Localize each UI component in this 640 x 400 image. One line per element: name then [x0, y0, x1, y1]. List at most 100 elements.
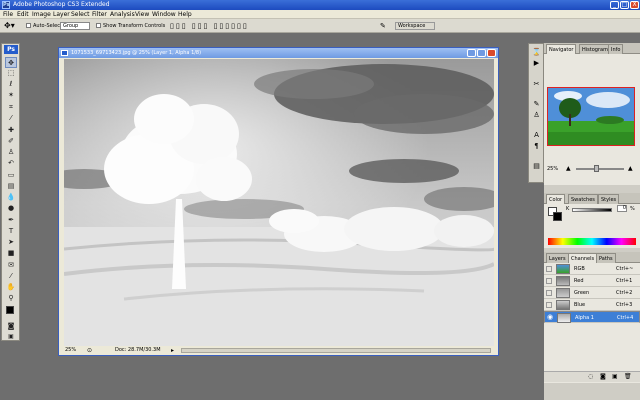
channel-row-red[interactable]: Red Ctrl+1 — [544, 275, 640, 287]
menu-window[interactable]: Window — [152, 11, 176, 18]
image-canvas[interactable] — [64, 59, 494, 347]
visibility-toggle[interactable] — [546, 290, 552, 296]
actions-icon[interactable]: ▶ — [531, 58, 542, 68]
tab-layers[interactable]: Layers — [546, 253, 569, 263]
channel-row-blue[interactable]: Blue Ctrl+3 — [544, 299, 640, 311]
menu-file[interactable]: File — [3, 11, 13, 18]
visibility-toggle[interactable] — [546, 302, 552, 308]
tab-navigator[interactable]: Navigator — [546, 44, 577, 54]
visibility-toggle[interactable] — [546, 278, 552, 284]
magic-wand-icon[interactable]: ✶ — [5, 90, 17, 101]
gradient-tool-icon[interactable]: ▤ — [5, 181, 17, 192]
doc-close-button[interactable] — [487, 49, 496, 57]
tab-paths[interactable]: Paths — [596, 253, 616, 263]
color-bg-swatch[interactable] — [553, 212, 562, 221]
menu-analysis[interactable]: Analysis — [110, 11, 135, 18]
brush-tool-icon[interactable]: ✐ — [5, 136, 17, 147]
doc-maximize-button[interactable] — [477, 49, 486, 57]
foreground-color-swatch[interactable] — [6, 306, 14, 314]
maximize-button[interactable]: □ — [620, 1, 629, 9]
tab-histogram[interactable]: Histogram — [579, 44, 611, 54]
tab-swatches[interactable]: Swatches — [568, 194, 598, 204]
options-bar: ✥▾ Auto-Select: Group Show Transform Con… — [0, 19, 640, 33]
channel-row-rgb[interactable]: RGB Ctrl+~ — [544, 263, 640, 275]
channel-name: Alpha 1 — [575, 315, 594, 321]
k-slider[interactable] — [572, 208, 612, 212]
path-selection-icon[interactable]: ➤ — [5, 237, 17, 248]
show-transform-checkbox[interactable]: Show Transform Controls — [96, 22, 165, 30]
auto-select-dropdown[interactable]: Group — [60, 22, 90, 30]
channel-name: RGB — [574, 266, 585, 272]
layer-comps-icon[interactable]: ▤ — [531, 161, 542, 171]
menu-layer[interactable]: Layer — [53, 11, 70, 18]
zoom-out-icon[interactable]: ▲ — [566, 165, 571, 172]
channel-row-alpha-1[interactable]: ◉ Alpha 1 Ctrl+4 — [544, 311, 640, 323]
move-tool-icon[interactable]: ✥▾ — [4, 22, 15, 30]
align-icons[interactable]: ▯▯▯ ▯▯▯ ▯▯▯▯▯▯ — [170, 22, 249, 30]
dodge-tool-icon[interactable]: ● — [5, 203, 17, 214]
zoom-slider[interactable] — [576, 168, 624, 170]
doc-minimize-button[interactable] — [467, 49, 476, 57]
navigator-zoom[interactable]: 25% — [547, 166, 558, 172]
tab-channels[interactable]: Channels — [568, 253, 598, 263]
delete-channel-icon[interactable]: 🗑 — [624, 373, 632, 380]
menu-select[interactable]: Select — [71, 11, 90, 18]
paragraph-icon[interactable]: ¶ — [531, 141, 542, 151]
screen-mode-icon[interactable]: ▣ — [5, 331, 17, 342]
close-button[interactable]: X — [630, 1, 639, 9]
clone-source-icon[interactable]: ♙ — [531, 110, 542, 120]
healing-brush-icon[interactable]: ✚ — [5, 125, 17, 136]
menu-filter[interactable]: Filter — [92, 11, 107, 18]
tab-info[interactable]: Info — [608, 44, 624, 54]
channel-shortcut: Ctrl+~ — [616, 266, 634, 272]
marquee-tool-icon[interactable]: ⬚ — [5, 68, 17, 79]
crop-tool-icon[interactable]: ⌗ — [5, 102, 17, 113]
menu-edit[interactable]: Edit — [17, 11, 29, 18]
character-icon[interactable]: A — [531, 130, 542, 140]
k-value[interactable]: 0 — [617, 205, 627, 212]
eye-icon[interactable]: ◉ — [547, 314, 553, 321]
pen-tool-icon[interactable]: ✒ — [5, 215, 17, 226]
status-menu-arrow-icon[interactable]: ▸ — [171, 346, 174, 355]
right-panel-dock: Navigator Histogram Info 25% ▲ ▲ Color S… — [544, 43, 640, 400]
channel-thumb — [556, 300, 570, 310]
channel-row-green[interactable]: Green Ctrl+2 — [544, 287, 640, 299]
new-channel-icon[interactable]: ▣ — [612, 373, 618, 380]
brushes-icon[interactable]: ✎ — [380, 22, 386, 30]
zoom-slider-handle[interactable] — [594, 165, 599, 172]
clone-stamp-icon[interactable]: ♙ — [5, 147, 17, 158]
slice-tool-icon[interactable]: ⁄ — [5, 113, 17, 124]
tab-styles[interactable]: Styles — [598, 194, 620, 204]
visibility-toggle[interactable] — [546, 266, 552, 272]
zoom-in-icon[interactable]: ▲ — [628, 165, 633, 172]
hand-tool-icon[interactable]: ✋ — [5, 282, 17, 293]
shape-tool-icon[interactable]: ■ — [5, 248, 17, 259]
menu-help[interactable]: Help — [178, 11, 192, 18]
minimize-button[interactable]: _ — [610, 1, 619, 9]
tab-color[interactable]: Color — [546, 194, 566, 204]
lasso-tool-icon[interactable]: ℓ — [5, 79, 17, 90]
brushes-panel-icon[interactable]: ✎ — [531, 99, 542, 109]
navigator-preview[interactable] — [547, 87, 635, 146]
menu-view[interactable]: View — [135, 11, 149, 18]
zoom-level[interactable]: 25% — [65, 346, 76, 355]
save-selection-icon[interactable]: ◙ — [600, 373, 606, 380]
history-icon[interactable]: ⌛ — [531, 47, 542, 57]
zoom-tool-icon[interactable]: ⚲ — [5, 293, 17, 304]
history-brush-icon[interactable]: ↶ — [5, 158, 17, 169]
status-icon[interactable]: ⊙ — [87, 346, 92, 355]
document-title-bar[interactable]: 1071533_69713423.jpg @ 25% (Layer 1, Alp… — [59, 48, 498, 58]
notes-tool-icon[interactable]: ✉ — [5, 260, 17, 271]
color-spectrum-ramp[interactable] — [548, 238, 636, 245]
horizontal-scrollbar[interactable] — [181, 348, 491, 353]
tool-presets-icon[interactable]: ✂ — [531, 79, 542, 89]
auto-select-checkbox[interactable]: Auto-Select: — [26, 22, 64, 30]
blur-tool-icon[interactable]: 💧 — [5, 192, 17, 203]
load-selection-icon[interactable]: ◌ — [588, 373, 593, 380]
move-tool-icon[interactable]: ✥ — [5, 57, 17, 68]
eraser-tool-icon[interactable]: ▭ — [5, 170, 17, 181]
workspace-button[interactable]: Workspace — [395, 22, 435, 30]
menu-image[interactable]: Image — [32, 11, 51, 18]
type-tool-icon[interactable]: T — [5, 226, 17, 237]
eyedropper-icon[interactable]: ⁄ — [5, 271, 17, 282]
